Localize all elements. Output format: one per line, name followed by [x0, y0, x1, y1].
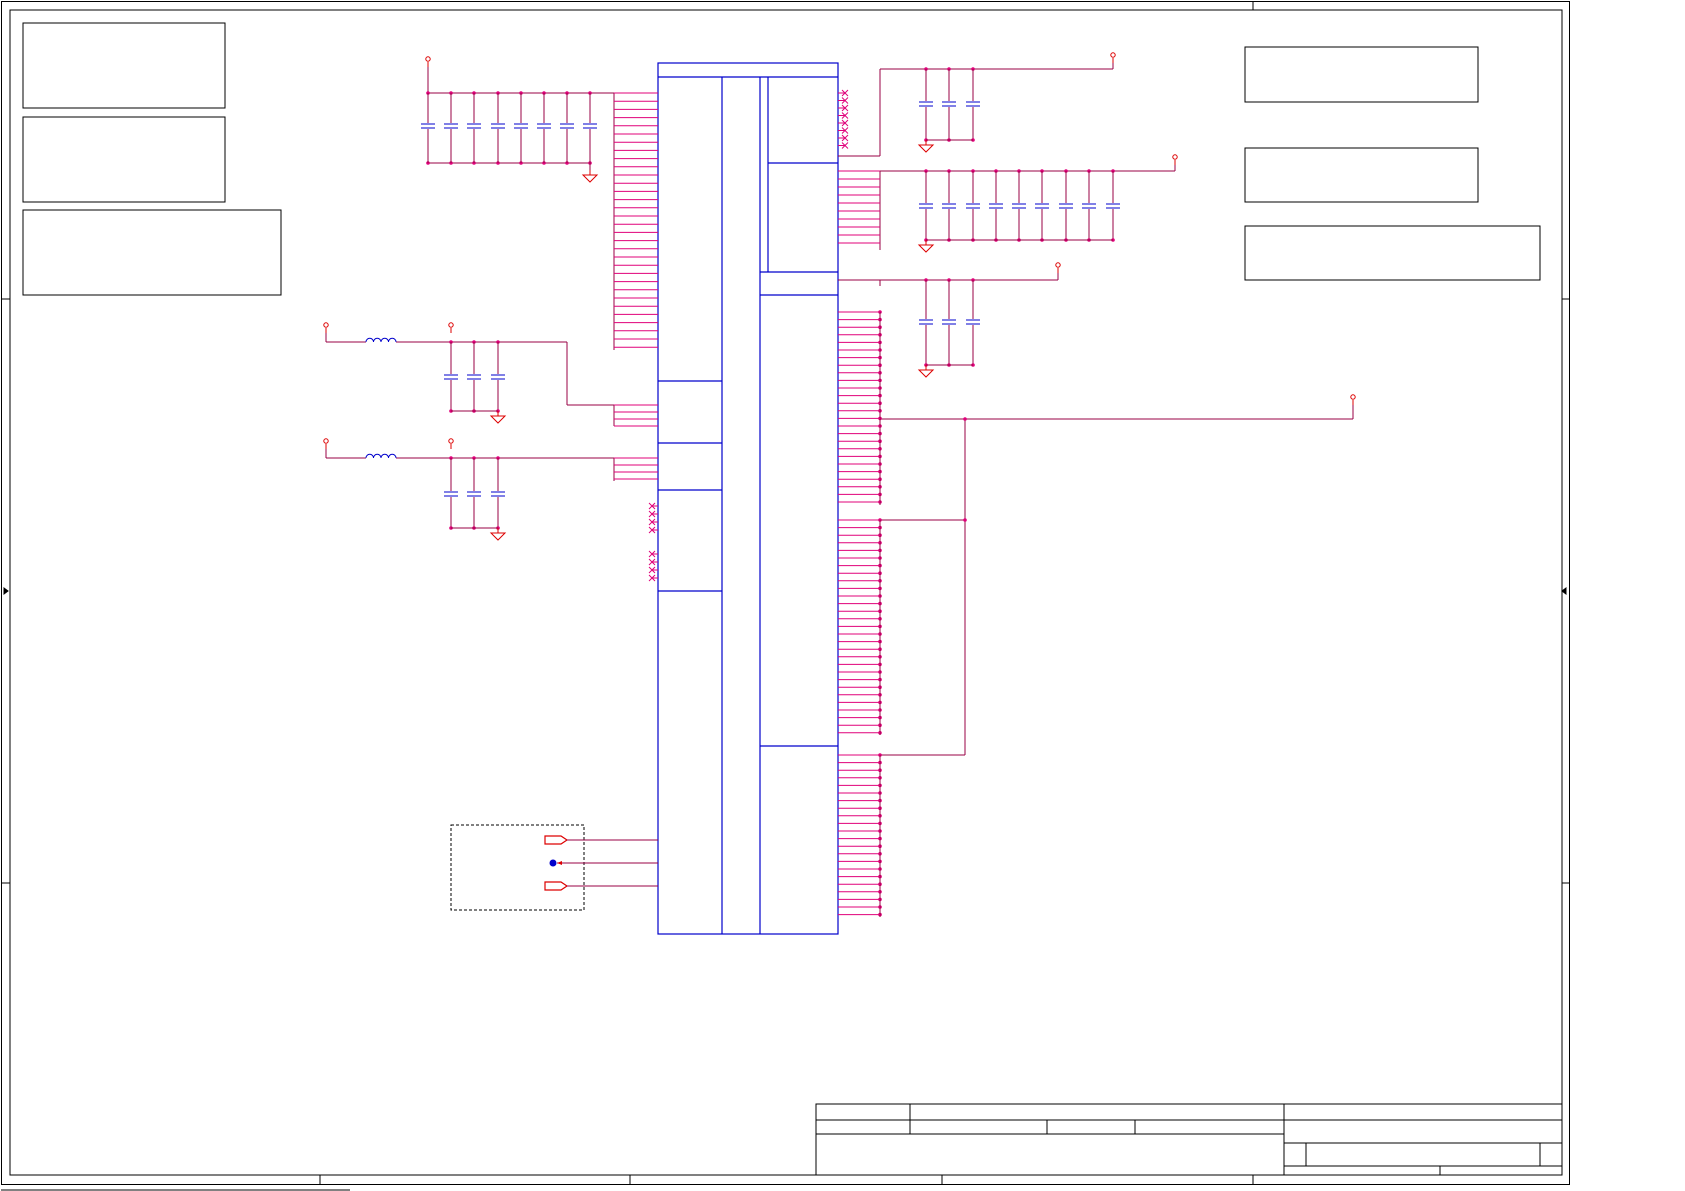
- inductor-icon[interactable]: [365, 453, 397, 459]
- capacitor-icon[interactable]: [919, 203, 933, 209]
- capacitor-icon[interactable]: [514, 123, 528, 129]
- capacitor-icon[interactable]: [583, 123, 597, 129]
- offpage-port-icon[interactable]: [544, 881, 569, 891]
- power-ring: [1055, 262, 1061, 268]
- power-port-icon: [1055, 262, 1061, 273]
- power-ring: [448, 322, 454, 328]
- capacitor-icon[interactable]: [989, 203, 1003, 209]
- ground-icon: [489, 411, 507, 424]
- capacitor-icon[interactable]: [444, 374, 458, 380]
- capacitor-icon[interactable]: [560, 123, 574, 129]
- ground-triangle: [917, 369, 935, 378]
- power-port-icon: [448, 438, 454, 449]
- capacitor-icon[interactable]: [966, 101, 980, 107]
- capacitor-icon[interactable]: [537, 123, 551, 129]
- clock-block: [450, 824, 658, 911]
- capacitor-icon[interactable]: [491, 123, 505, 129]
- note-box: [22, 209, 282, 296]
- note-box: [1244, 147, 1479, 203]
- capacitor-icon[interactable]: [1012, 203, 1026, 209]
- ic-body[interactable]: [657, 62, 839, 935]
- note-boxes: [22, 22, 1541, 296]
- power-ring: [448, 438, 454, 444]
- capacitor-icon[interactable]: [467, 374, 481, 380]
- outer-border: [1, 1, 1570, 1185]
- capacitor-icon[interactable]: [942, 101, 956, 107]
- capacitor-icon[interactable]: [1106, 203, 1120, 209]
- passive-parts: [365, 101, 1120, 497]
- ground-icon: [581, 170, 599, 183]
- capacitor-icon[interactable]: [919, 101, 933, 107]
- wires: [325, 63, 1354, 917]
- note-box: [1244, 46, 1479, 103]
- arrow-icon: [557, 861, 562, 865]
- note-box: [22, 116, 226, 203]
- capacitor-icon[interactable]: [942, 319, 956, 325]
- note-box: [1244, 225, 1541, 281]
- junction-dot: [963, 417, 967, 421]
- power-ring: [323, 438, 329, 444]
- ground-icon: [917, 365, 935, 378]
- inner-border: [9, 9, 1563, 1176]
- schematic-sheet: [1, 1, 1570, 1191]
- capacitor-icon[interactable]: [1059, 203, 1073, 209]
- capacitor-icon[interactable]: [942, 203, 956, 209]
- center-marker: [3, 587, 9, 595]
- ground-triangle: [489, 532, 507, 541]
- power-ring: [1350, 394, 1356, 400]
- power-ring: [425, 56, 431, 62]
- title-block: [815, 1103, 1563, 1176]
- ground-triangle: [917, 144, 935, 153]
- power-port-icon: [448, 322, 454, 333]
- power-ring: [1110, 52, 1116, 58]
- capacitor-icon[interactable]: [491, 491, 505, 497]
- inductor-icon[interactable]: [365, 337, 397, 343]
- capacitor-icon[interactable]: [467, 123, 481, 129]
- test-point-icon[interactable]: [549, 859, 557, 867]
- center-marker: [1561, 587, 1567, 595]
- capacitor-icon[interactable]: [491, 374, 505, 380]
- title-block-frame: [815, 1103, 1563, 1176]
- ground-triangle: [917, 244, 935, 253]
- power-port-icon: [323, 438, 329, 449]
- power-ring: [1172, 154, 1178, 160]
- capacitor-icon[interactable]: [1082, 203, 1096, 209]
- capacitor-icon[interactable]: [467, 491, 481, 497]
- capacitor-icon[interactable]: [919, 319, 933, 325]
- capacitor-icon[interactable]: [444, 491, 458, 497]
- inductor-coil: [365, 337, 397, 343]
- ic-pins: [614, 89, 880, 916]
- capacitor-icon[interactable]: [966, 203, 980, 209]
- capacitor-icon[interactable]: [1035, 203, 1049, 209]
- power-port-icon: [1172, 154, 1178, 165]
- capacitor-icon[interactable]: [444, 123, 458, 129]
- power-ring: [323, 322, 329, 328]
- ground-triangle: [489, 415, 507, 424]
- note-box: [22, 22, 226, 109]
- ground-icon: [917, 140, 935, 153]
- capacitor-icon[interactable]: [966, 319, 980, 325]
- main-ic[interactable]: [657, 62, 839, 935]
- ground-icon: [917, 240, 935, 253]
- power-symbols: [323, 52, 1356, 541]
- capacitor-icon[interactable]: [421, 123, 435, 129]
- power-port-icon: [425, 56, 431, 67]
- power-port-icon: [1110, 52, 1116, 63]
- ground-icon: [489, 528, 507, 541]
- power-port-icon: [1350, 394, 1356, 405]
- offpage-port-icon[interactable]: [544, 835, 569, 845]
- junction-dot: [963, 518, 967, 522]
- ground-triangle: [581, 174, 599, 183]
- power-port-icon: [323, 322, 329, 333]
- inductor-coil: [365, 453, 397, 459]
- sheet-frame: [1, 1, 1570, 1185]
